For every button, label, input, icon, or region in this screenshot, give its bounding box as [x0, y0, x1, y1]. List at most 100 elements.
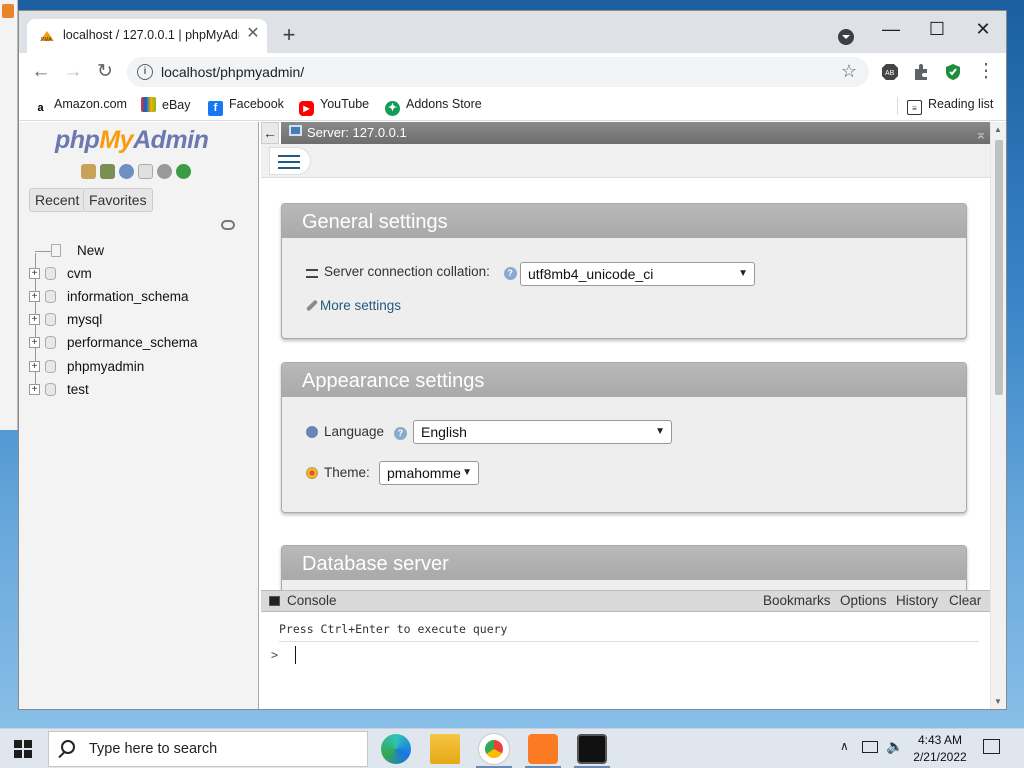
xampp-icon[interactable]	[528, 734, 558, 764]
help-icon[interactable]	[119, 164, 134, 179]
minimize-button[interactable]: —	[868, 15, 914, 45]
reload-nav-icon[interactable]	[176, 164, 191, 179]
site-info-icon[interactable]: i	[137, 64, 153, 80]
theme-palette-icon	[306, 467, 318, 479]
adblock-extension-icon[interactable]: AB	[881, 63, 899, 81]
browser-menu-icon[interactable]: ⋮	[974, 60, 998, 84]
top-menu-strip	[261, 144, 990, 178]
forward-arrow-icon[interactable]: →	[61, 60, 85, 84]
browser-toolbar: ← → ↻ i localhost/phpmyadmin/ ☆ AB ⋮	[19, 53, 1006, 91]
bookmark-star-icon[interactable]: ☆	[839, 61, 859, 81]
console-prompt: >	[271, 648, 279, 662]
page-scrollbar[interactable]: ▲ ▼	[990, 122, 1006, 709]
file-explorer-icon[interactable]	[430, 734, 460, 764]
tab-close-icon[interactable]: ✕	[243, 24, 263, 44]
youtube-icon: ▶	[299, 101, 314, 116]
theme-select[interactable]: pmahomme ▼	[379, 461, 479, 485]
chrome-browser-icon[interactable]	[478, 733, 510, 765]
home-icon[interactable]	[81, 164, 96, 179]
expand-icon[interactable]: +	[29, 384, 40, 395]
terminal-icon[interactable]	[577, 734, 607, 764]
reload-icon[interactable]: ↻	[93, 60, 117, 84]
tree-db-performance-schema[interactable]: + performance_schema	[27, 332, 255, 354]
console-history-link[interactable]: History	[896, 591, 938, 611]
volume-icon[interactable]: 🔈	[886, 738, 903, 755]
docs-icon[interactable]	[138, 164, 153, 179]
maximize-button[interactable]: ☐	[914, 15, 960, 45]
tree-db-cvm[interactable]: + cvm	[27, 263, 255, 285]
collapse-top-icon[interactable]: ⌅	[975, 123, 987, 145]
console-options-link[interactable]: Options	[840, 591, 887, 611]
tree-db-test[interactable]: + test	[27, 379, 255, 401]
browser-tab-phpmyadmin[interactable]: PMA localhost / 127.0.0.1 | phpMyAdmin ✕	[27, 19, 267, 53]
url-text[interactable]: localhost/phpmyadmin/	[161, 64, 304, 80]
tree-db-mysql[interactable]: + mysql	[27, 309, 255, 331]
console-clear-link[interactable]: Clear	[949, 591, 981, 611]
show-hidden-icons-chevron-icon[interactable]: ∧	[840, 739, 849, 753]
database-icon	[45, 383, 56, 396]
settings-gear-icon[interactable]	[157, 164, 172, 179]
nav-icon-bar	[81, 164, 195, 180]
notification-center-icon[interactable]	[983, 739, 1000, 754]
hamburger-menu-button[interactable]	[269, 147, 311, 175]
tree-new-database[interactable]: New	[27, 240, 255, 262]
clock-date: 2/21/2022	[913, 750, 967, 764]
language-icon	[306, 426, 318, 438]
tree-db-information-schema[interactable]: + information_schema	[27, 286, 255, 308]
more-settings-link[interactable]: More settings	[305, 298, 401, 322]
console-body[interactable]: Press Ctrl+Enter to execute query >	[261, 612, 990, 709]
chevron-down-icon: ▼	[738, 268, 748, 279]
console-input-caret[interactable]	[295, 646, 296, 664]
back-arrow-icon[interactable]: ←	[29, 60, 53, 84]
search-placeholder: Type here to search	[89, 741, 218, 757]
general-settings-panel: General settings Server connection colla…	[281, 203, 967, 339]
bookmark-youtube[interactable]: ▶ YouTube	[299, 97, 369, 116]
svg-text:AB: AB	[885, 70, 895, 77]
phpmyadmin-logo[interactable]: phpMyAdmin	[55, 126, 225, 155]
tree-db-phpmyadmin[interactable]: + phpmyadmin	[27, 356, 255, 378]
system-clock[interactable]: 4:43 AM 2/21/2022	[908, 732, 972, 766]
tab-recent[interactable]: Recent	[29, 188, 86, 212]
bookmark-facebook[interactable]: f Facebook	[208, 97, 284, 116]
shield-extension-icon[interactable]	[944, 63, 962, 81]
expand-icon[interactable]: +	[29, 314, 40, 325]
scroll-up-icon[interactable]: ▲	[994, 125, 1002, 134]
console-title[interactable]: Console	[287, 591, 337, 611]
help-icon[interactable]: ?	[503, 267, 517, 280]
new-tab-button[interactable]: +	[277, 24, 301, 48]
windows-start-icon[interactable]	[14, 740, 32, 758]
close-window-button[interactable]: ✕	[960, 15, 1006, 45]
extensions-puzzle-icon[interactable]	[912, 63, 930, 81]
network-icon[interactable]	[862, 741, 878, 753]
expand-icon[interactable]: +	[29, 291, 40, 302]
scroll-thumb[interactable]	[995, 140, 1003, 395]
ebay-icon	[141, 97, 156, 112]
logout-icon[interactable]	[100, 164, 115, 179]
collation-select[interactable]: utf8mb4_unicode_ci ▼	[520, 262, 755, 286]
collapse-nav-button[interactable]: ←	[261, 122, 279, 144]
database-icon	[45, 360, 56, 373]
taskbar-search-box[interactable]: Type here to search	[48, 731, 368, 767]
bookmark-amazon[interactable]: a Amazon.com	[33, 97, 127, 116]
collation-row: Server connection collation: ?	[306, 264, 517, 288]
expand-icon[interactable]: +	[29, 361, 40, 372]
help-icon[interactable]: ?	[393, 427, 407, 440]
reading-list-button[interactable]: ≡ Reading list	[907, 97, 993, 115]
address-bar[interactable]: i localhost/phpmyadmin/ ☆	[127, 57, 869, 87]
language-select[interactable]: English ▼	[413, 420, 672, 444]
scroll-down-icon[interactable]: ▼	[994, 697, 1002, 706]
wrench-icon	[305, 299, 319, 312]
expand-icon[interactable]: +	[29, 337, 40, 348]
database-icon	[45, 267, 56, 280]
console-toolbar[interactable]: Console Bookmarks Options History Clear	[261, 590, 990, 612]
tab-search-icon[interactable]	[837, 28, 855, 46]
server-title[interactable]: Server: 127.0.0.1	[307, 122, 407, 144]
edge-browser-icon[interactable]	[381, 734, 411, 764]
expand-icon[interactable]: +	[29, 268, 40, 279]
bookmark-addons-store[interactable]: ✦ Addons Store	[385, 97, 482, 116]
bookmark-ebay[interactable]: eBay	[141, 97, 191, 115]
tab-favorites[interactable]: Favorites	[83, 188, 153, 212]
clock-time: 4:43 AM	[917, 733, 963, 747]
console-bookmarks-link[interactable]: Bookmarks	[763, 591, 831, 611]
link-with-main-icon[interactable]	[221, 220, 235, 230]
